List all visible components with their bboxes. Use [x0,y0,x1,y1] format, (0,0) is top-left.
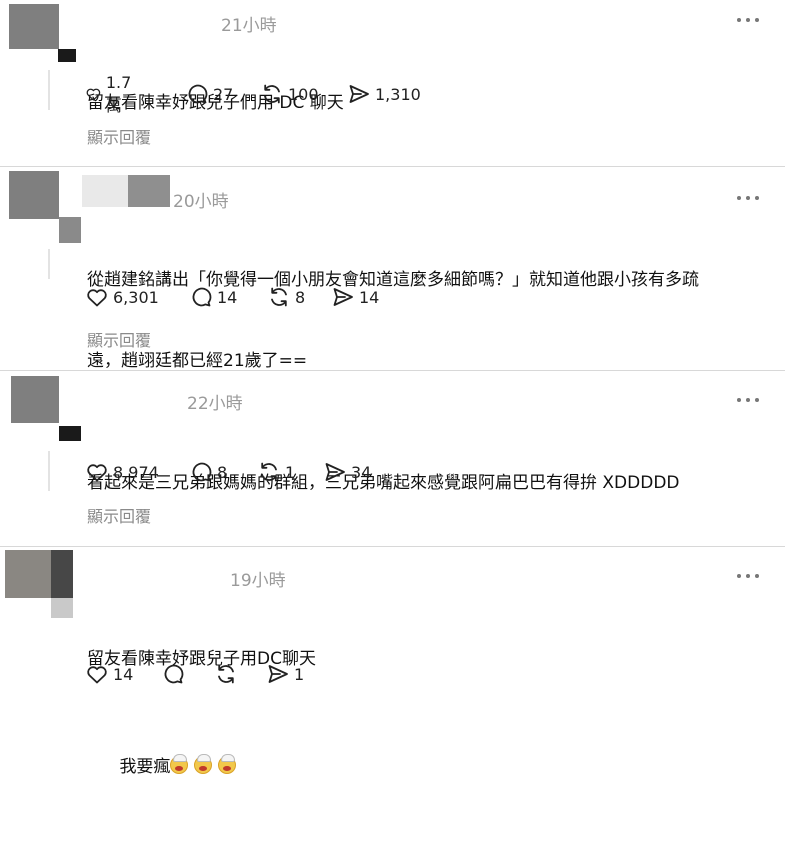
repost-icon [261,462,277,482]
verified-badge [59,217,81,243]
comment-count: 8 [217,462,228,482]
share-count: 14 [359,287,380,307]
thread-line [48,451,50,491]
share-button[interactable]: 14 [331,284,379,310]
verified-badge [58,49,76,62]
comment-line-with-emoji: 我要瘋 [87,727,767,808]
exploding-head-emoji [194,754,213,774]
post-time: 20小時 [173,192,229,212]
post-time: 19小時 [230,571,286,591]
show-replies-link[interactable]: 顯示回覆 [87,124,151,148]
share-count: 34 [351,462,372,482]
exploding-head-emoji [218,754,237,774]
more-options-icon[interactable] [737,196,761,202]
comment-count: 14 [217,287,238,307]
avatar [51,550,73,598]
thread-line [48,70,50,110]
repost-button[interactable]: 1 [257,459,295,485]
comment-line: 留友看陳幸妤跟兒子用DC聊天 [87,649,316,669]
comment-button[interactable]: 27 [185,81,233,107]
heart-icon [87,464,107,482]
repost-icon [218,664,234,684]
repost-count: 100 [288,84,319,104]
avatar[interactable] [5,550,51,598]
avatar[interactable] [11,376,59,423]
comment-line: 我要瘋 [119,757,171,777]
share-count: 1,310 [375,84,421,104]
comment-post-4: 19小時 留友看陳幸妤跟兒子用DC聊天 我要瘋 14 1 [0,547,785,777]
send-icon [349,85,369,103]
repost-button[interactable] [214,661,242,687]
comment-post-2: 20小時 從趙建銘講出「你覺得一個小朋友會知道這麼多細節嗎？」就知道他跟小孩有多… [0,167,785,371]
comment-text: 留友看陳幸妤跟兒子用DC聊天 我要瘋 [87,592,767,862]
exploding-head-emoji [170,754,189,774]
like-button[interactable]: 14 [85,661,133,687]
show-replies-link[interactable]: 顯示回覆 [87,327,151,351]
username-redacted [76,4,212,38]
like-count: 1.7 萬 [105,72,132,115]
verified-badge [59,426,81,441]
comment-bubble-icon [192,287,212,307]
post-time: 22小時 [187,394,243,414]
heart-icon [87,666,107,684]
post-time: 21小時 [221,16,277,36]
comment-button[interactable] [161,661,189,687]
more-options-icon[interactable] [737,398,761,404]
verified-badge [51,598,73,618]
avatar[interactable] [9,4,59,49]
comment-post-3: 22小時 看起來是三兄弟跟媽媽的群組，三兄弟嘴起來感覺跟阿扁巴巴有得拚 XDDD… [0,371,785,546]
repost-count: 8 [295,287,306,307]
send-icon [333,288,353,306]
comment-bubble-icon [188,84,208,104]
like-button[interactable]: 1.7 萬 [85,73,138,115]
more-options-icon[interactable] [737,18,761,24]
like-count: 8,974 [113,462,159,482]
comment-button[interactable]: 8 [189,459,227,485]
like-count: 6,301 [113,287,159,307]
repost-button[interactable]: 8 [267,284,305,310]
send-icon [325,463,345,481]
more-options-icon[interactable] [737,574,761,580]
share-button[interactable]: 1,310 [347,81,421,107]
share-button[interactable]: 34 [323,459,371,485]
thread-line [48,249,50,279]
repost-count: 1 [285,462,296,482]
repost-icon [271,287,287,307]
show-replies-link[interactable]: 顯示回覆 [87,503,151,527]
send-icon [268,665,288,683]
username-redacted [82,175,128,207]
like-button[interactable]: 6,301 [85,284,159,310]
share-count: 1 [294,664,305,684]
like-button[interactable]: 8,974 [85,459,159,485]
comment-bubble-icon [192,462,212,482]
comment-button[interactable]: 14 [189,284,237,310]
heart-icon [86,88,101,101]
like-count: 14 [113,664,134,684]
repost-button[interactable]: 100 [260,81,319,107]
comment-bubble-icon [164,664,184,684]
repost-icon [264,84,280,104]
username-redacted [128,175,170,207]
comment-post-1: 21小時 留友看陳幸妤跟兒子們用 DC 聊天 1.7 萬 27 100 1,31… [0,0,785,166]
heart-icon [87,289,107,307]
avatar[interactable] [9,171,59,219]
share-button[interactable]: 1 [266,661,304,687]
comment-count: 27 [213,84,234,104]
